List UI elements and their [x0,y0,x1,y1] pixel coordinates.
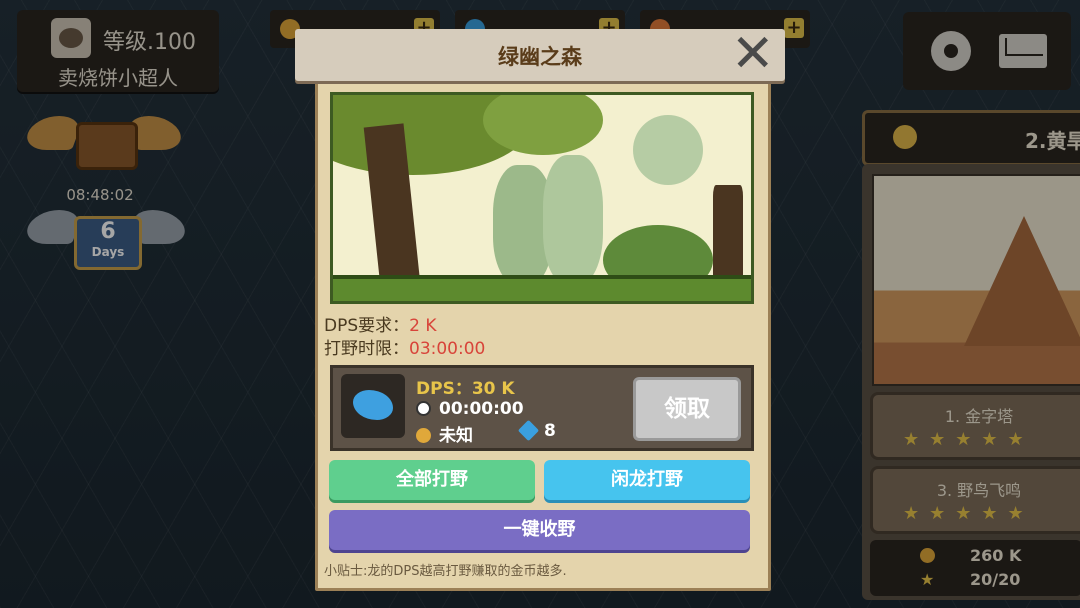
tree-canopy [543,155,603,285]
modal-title: 绿幽之森 [498,45,582,69]
tip-text: 小贴士:龙的DPS越高打野赚取的金币越多. [324,564,567,579]
dps-req-value: 2 K [409,316,437,336]
dps-requirement: DPS要求：2 K [324,311,437,336]
gem-reward-value: 8 [544,421,556,441]
dragon-avatar-icon[interactable] [341,374,405,438]
tree-canopy [483,95,603,155]
clock-icon [416,401,431,416]
modal-title-bar: 绿幽之森 [295,29,785,81]
idle-dragon-hunt-button[interactable]: 闲龙打野 [544,460,750,500]
gold-reward: 未知 [416,421,473,446]
gold-reward-value: 未知 [439,426,473,446]
dps-req-label: DPS要求： [324,316,410,336]
elapsed-time: 00:00:00 [416,399,524,419]
forest-scene-image [330,92,754,304]
hunt-all-button[interactable]: 全部打野 [329,460,535,500]
tree-canopy [633,115,703,185]
gem-icon [517,419,540,442]
dragon-dps: DPS：30 K [416,379,515,399]
time-limit-label: 打野时限： [324,339,409,359]
gem-reward: 8 [517,419,556,442]
gold-coin-icon [416,428,431,443]
time-limit: 打野时限：03:00:00 [324,334,485,359]
elapsed-value: 00:00:00 [439,399,524,419]
claim-button[interactable]: 领取 [633,377,741,441]
collect-all-button[interactable]: 一键收野 [329,510,750,550]
dragon-slot: DPS：30 K 00:00:00 未知 8 领取 [330,365,754,451]
close-icon[interactable]: ✕ [731,28,775,80]
grass-ground [333,275,751,301]
time-limit-value: 03:00:00 [409,339,486,359]
